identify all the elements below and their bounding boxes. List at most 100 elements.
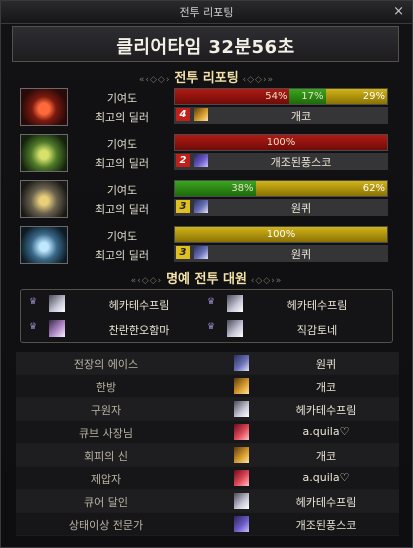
award-row: 큐어 달인 헤카테수프림 [16, 490, 399, 513]
award-row: 큐브 사장님 a.quila♡ [16, 421, 399, 444]
contribution-bar: 100% [174, 134, 388, 151]
close-icon[interactable]: × [393, 4, 404, 19]
best-dealer-cell: 3 원퀴 [174, 245, 388, 262]
award-row: 구원자 헤카테수프림 [16, 398, 399, 421]
contribution-segment: 17% [289, 89, 326, 104]
crown-icon: ♛ [29, 297, 38, 307]
honor-panel: ♛ 헤카테수프림 ♛ 헤카테수프림 ♛ 찬란한오함마 ♛ 직감토네 [20, 289, 393, 343]
best-dealer-cell: 4 개코 [174, 107, 388, 124]
award-winner: a.quila♡ [302, 425, 350, 438]
rank-badge: 3 [176, 246, 190, 259]
ornament-right-icon: ‹◇◇›» [238, 75, 275, 85]
clear-time: 클리어타임 32분56초 [116, 37, 295, 58]
contribution-segment: 38% [175, 181, 256, 196]
dealer-name: 개조된풍스코 [270, 156, 332, 169]
honor-member[interactable]: ♛ 헤카테수프림 [207, 294, 387, 314]
rank-badge: 4 [176, 108, 190, 121]
award-label: 제압자 [90, 473, 122, 486]
award-winner: a.quila♡ [302, 471, 350, 484]
fire-character-portrait [20, 88, 68, 126]
member-name: 헤카테수프림 [108, 299, 170, 312]
best-dealer-label: 최고의 딜러 [94, 111, 150, 124]
contribution-segment: 100% [175, 227, 387, 242]
award-avatar [234, 447, 249, 463]
window-title: 전투 리포팅 [179, 6, 234, 19]
gold-character-portrait [20, 180, 68, 218]
award-avatar [234, 424, 249, 440]
contribution-label: 기여도 [106, 92, 138, 105]
award-label: 전장의 에이스 [73, 358, 139, 371]
best-dealer-label: 최고의 딜러 [94, 157, 150, 170]
member-name: 직감토네 [296, 324, 338, 337]
report-section-title: 전투 리포팅 [174, 71, 239, 86]
award-avatar [234, 355, 249, 371]
dealer-name: 원퀴 [290, 202, 312, 215]
dealer-name: 원퀴 [290, 248, 312, 261]
award-winner: 개코 [315, 450, 337, 463]
honor-section-title: 명예 전투 대원 [166, 272, 247, 287]
honor-member[interactable]: ♛ 직감토네 [207, 319, 387, 339]
dealer-avatar [194, 108, 208, 121]
award-row: 상태이상 전문가 개조된풍스코 [16, 513, 399, 536]
crown-icon: ♛ [207, 297, 216, 307]
dealer-avatar [194, 154, 208, 167]
award-row: 제압자 a.quila♡ [16, 467, 399, 490]
award-label: 큐어 달인 [84, 496, 128, 509]
crown-icon: ♛ [29, 322, 38, 332]
contribution-segment: 62% [255, 181, 387, 196]
award-avatar [234, 401, 249, 417]
report-section-header: «‹◇◇› 전투 리포팅 ‹◇◇›» [0, 67, 413, 86]
clear-time-panel: 클리어타임 32분56초 [12, 26, 399, 62]
award-avatar [234, 493, 249, 509]
ornament-right-icon: ‹◇◇›» [246, 276, 283, 286]
member-row: 기여도 100% 최고의 딜러 2 개조된풍스코 [20, 134, 390, 172]
member-avatar [49, 295, 65, 312]
award-winner: 헤카테수프림 [295, 404, 357, 417]
best-dealer-cell: 2 개조된풍스코 [174, 153, 388, 170]
dealer-name: 개코 [290, 110, 312, 123]
contribution-segment: 29% [325, 89, 387, 104]
award-avatar [234, 516, 249, 532]
ornament-left-icon: «‹◇◇› [130, 276, 167, 286]
contribution-segment: 100% [175, 135, 387, 150]
award-winner: 헤카테수프림 [295, 496, 357, 509]
member-row: 기여도 100% 최고의 딜러 3 원퀴 [20, 226, 390, 264]
member-name: 찬란한오함마 [108, 324, 170, 337]
member-avatar [227, 320, 243, 337]
best-dealer-label: 최고의 딜러 [94, 249, 150, 262]
award-label: 상태이상 전문가 [68, 519, 144, 532]
honor-member[interactable]: ♛ 헤카테수프림 [29, 294, 209, 314]
member-row: 기여도 54% 17% 29% 최고의 딜러 4 개코 [20, 88, 390, 126]
member-avatar [227, 295, 243, 312]
crown-icon: ♛ [207, 322, 216, 332]
rank-badge: 2 [176, 154, 190, 167]
member-avatar [49, 320, 65, 337]
award-winner: 원퀴 [315, 358, 337, 371]
contribution-segment: 54% [175, 89, 290, 104]
award-avatar [234, 378, 249, 394]
honor-member[interactable]: ♛ 찬란한오함마 [29, 319, 209, 339]
award-label: 큐브 사장님 [78, 427, 134, 440]
green-character-portrait [20, 134, 68, 172]
ornament-left-icon: «‹◇◇› [138, 75, 175, 85]
rank-badge: 3 [176, 200, 190, 213]
award-label: 한방 [95, 381, 117, 394]
award-avatar [234, 470, 249, 486]
award-row: 회피의 신 개코 [16, 444, 399, 467]
best-dealer-label: 최고의 딜러 [94, 203, 150, 216]
contribution-label: 기여도 [106, 184, 138, 197]
award-row: 한방 개코 [16, 375, 399, 398]
award-label: 구원자 [90, 404, 122, 417]
contribution-label: 기여도 [106, 230, 138, 243]
contribution-bar: 54% 17% 29% [174, 88, 388, 105]
honor-section-header: «‹◇◇› 명예 전투 대원 ‹◇◇›» [0, 268, 413, 287]
award-titles-list: 전장의 에이스 원퀴 한방 개코 구원자 헤카테수프림 큐브 사장님 a.qui… [16, 352, 399, 536]
title-bar[interactable]: 전투 리포팅 × [1, 1, 412, 24]
award-winner: 개코 [315, 381, 337, 394]
best-dealer-cell: 3 원퀴 [174, 199, 388, 216]
member-row: 기여도 38% 62% 최고의 딜러 3 원퀴 [20, 180, 390, 218]
dealer-avatar [194, 246, 208, 259]
dealer-avatar [194, 200, 208, 213]
award-winner: 개조된풍스코 [295, 519, 357, 532]
contribution-bar: 100% [174, 226, 388, 243]
